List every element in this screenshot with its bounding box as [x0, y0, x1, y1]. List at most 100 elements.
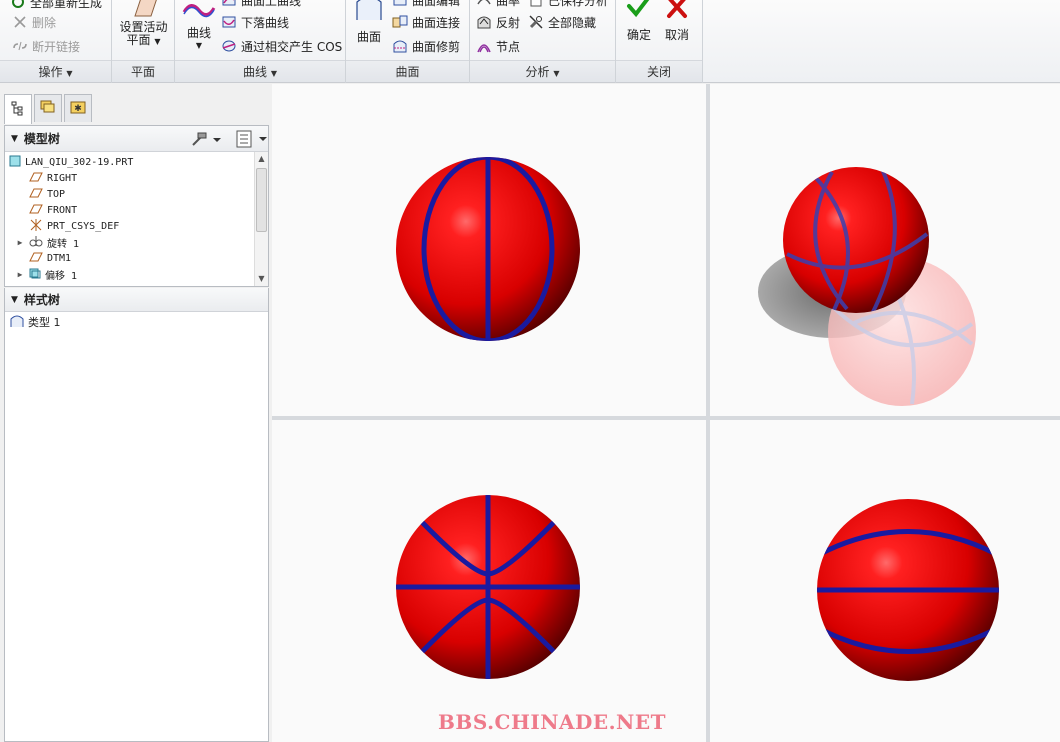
surface-button[interactable]: 曲面 — [352, 0, 386, 45]
dropdown-caret-icon: ▼ — [553, 69, 560, 78]
curvature-label: 曲率 — [496, 0, 521, 8]
cancel-label: 取消 — [664, 28, 689, 42]
style-type-icon — [9, 314, 25, 331]
surface-edit-icon — [392, 0, 408, 8]
regenerate-all-button[interactable]: 全部重新生成 — [10, 0, 102, 12]
tree-row-label: RIGHT — [47, 172, 78, 184]
tree-row-dtm1[interactable]: DTM1 — [5, 250, 254, 266]
model-tree-scrollbar[interactable]: ▲ ▼ — [254, 152, 268, 286]
basketball-front-view — [396, 157, 580, 341]
reflection-icon — [476, 14, 492, 30]
cancel-button[interactable]: 取消 — [660, 0, 694, 43]
tree-row-label: 偏移 1 — [45, 270, 78, 282]
hide-all-button[interactable]: 全部隐藏 — [528, 12, 596, 32]
node-label: 节点 — [496, 39, 521, 54]
tree-row-offset[interactable]: ▶ 偏移 1 — [5, 266, 254, 282]
drop-curve-icon — [221, 14, 237, 30]
curve-button[interactable]: 曲线 ▼ — [179, 0, 219, 50]
reflection-label: 反射 — [496, 15, 521, 30]
vertical-view-divider[interactable] — [706, 84, 710, 742]
surface-trim-icon — [392, 38, 408, 54]
expand-arrow-icon[interactable]: ▶ — [13, 270, 27, 279]
basketball-side-view — [817, 499, 999, 681]
tree-settings-icon[interactable] — [191, 131, 221, 150]
graphics-area[interactable]: BBS.CHINADE.NET — [272, 84, 1060, 742]
dropdown-caret-icon: ▼ — [66, 69, 73, 78]
svg-text:✱: ✱ — [74, 104, 82, 114]
folders-icon — [39, 99, 57, 118]
dropdown-caret-icon: ▼ — [154, 37, 161, 46]
hide-all-label: 全部隐藏 — [548, 15, 597, 30]
curvature-button[interactable]: 曲率 — [476, 0, 520, 10]
datum-plane-icon — [29, 171, 43, 186]
break-link-button[interactable]: 断开链接 — [12, 36, 80, 56]
expand-arrow-icon[interactable]: ▶ — [13, 238, 27, 247]
curves-label-text: 曲线 — [243, 65, 268, 79]
delete-label: 删除 — [32, 15, 57, 30]
tree-row-top[interactable]: TOP — [5, 186, 254, 202]
operations-group-label[interactable]: 操作 ▼ — [0, 60, 111, 82]
model-tree-header: ▼ 模型树 — [5, 126, 268, 152]
curves-group: 曲线 ▼ 曲面上曲线 下落曲线 通过相交产生 COS 曲线 ▼ — [175, 0, 346, 83]
operations-label-text: 操作 — [38, 65, 63, 79]
curve-on-surface-icon — [221, 0, 237, 8]
node-button[interactable]: 节点 — [476, 36, 520, 56]
surface-trim-button[interactable]: 曲面修剪 — [392, 36, 460, 56]
intersect-cos-label: 通过相交产生 COS — [241, 39, 343, 54]
curves-group-label[interactable]: 曲线 ▼ — [175, 60, 345, 82]
surface-trim-label: 曲面修剪 — [412, 39, 461, 54]
basketball-perspective-view — [758, 167, 976, 406]
saved-analysis-label: 已保存分析 — [548, 0, 609, 8]
curve-on-surface-button[interactable]: 曲面上曲线 — [221, 0, 301, 10]
surfaces-group: 曲面 曲面编辑 曲面连接 曲面修剪 曲面 — [346, 0, 470, 83]
surfaces-group-label: 曲面 — [346, 60, 469, 82]
tab-favorites[interactable]: ✱ — [64, 94, 92, 122]
scroll-down-arrow-icon[interactable]: ▼ — [255, 272, 268, 286]
tree-row-part[interactable]: LAN_QIU_302-19.PRT — [5, 154, 254, 170]
model-tree-list: LAN_QIU_302-19.PRT RIGHT TOP FRONT PRT_C… — [5, 154, 254, 282]
surface-connect-button[interactable]: 曲面连接 — [392, 12, 460, 32]
saved-analysis-button[interactable]: 已保存分析 — [528, 0, 608, 10]
analysis-group-label[interactable]: 分析 ▼ — [470, 60, 615, 82]
tree-row-right[interactable]: RIGHT — [5, 170, 254, 186]
surface-edit-button[interactable]: 曲面编辑 — [392, 0, 460, 10]
tree-icon — [10, 100, 26, 119]
part-icon — [9, 155, 21, 170]
analysis-group: 曲率 反射 节点 已保存分析 全部隐藏 分析 ▼ — [470, 0, 616, 83]
tree-row-csys[interactable]: PRT_CSYS_DEF — [5, 218, 254, 234]
horizontal-view-divider[interactable] — [272, 416, 1060, 420]
break-link-label: 断开链接 — [32, 39, 81, 54]
tree-row-revolve[interactable]: ▶ 旋转 1 — [5, 234, 254, 250]
delete-button[interactable]: 删除 — [12, 12, 56, 32]
tree-row-label: LAN_QIU_302-19.PRT — [25, 156, 134, 168]
intersect-cos-button[interactable]: 通过相交产生 COS — [221, 36, 342, 56]
tree-row-label: 类型 1 — [28, 316, 61, 329]
close-icon — [664, 0, 690, 20]
saved-analysis-icon — [528, 0, 544, 8]
ribbon: 全部重新生成 删除 断开链接 操作 ▼ 设置活动 平面 ▼ 平面 曲线 ▼ 曲面… — [0, 0, 1060, 83]
scroll-up-arrow-icon[interactable]: ▲ — [255, 152, 268, 166]
reflection-button[interactable]: 反射 — [476, 12, 520, 32]
tree-row-front[interactable]: FRONT — [5, 202, 254, 218]
collapse-caret-icon[interactable]: ▼ — [11, 134, 18, 144]
analysis-label-text: 分析 — [525, 65, 550, 79]
csys-icon — [29, 218, 43, 235]
basketball-top-view — [396, 495, 580, 679]
curve-icon — [182, 0, 216, 20]
regenerate-all-label: 全部重新生成 — [30, 0, 103, 10]
tree-row-label: PRT_CSYS_DEF — [47, 220, 120, 232]
ok-button[interactable]: 确定 — [622, 0, 656, 43]
style-tree-header: ▼ 样式树 — [5, 288, 268, 312]
set-active-plane-button[interactable]: 设置活动 平面 ▼ — [116, 0, 171, 48]
tree-filter-icon[interactable] — [235, 130, 269, 151]
tree-row-label: 旋转 1 — [47, 238, 80, 250]
hide-all-icon — [528, 14, 544, 30]
tree-row-style-type[interactable]: 类型 1 — [5, 314, 268, 330]
collapse-caret-icon[interactable]: ▼ — [11, 295, 18, 305]
regenerate-icon — [10, 0, 26, 10]
tab-model-tree[interactable] — [4, 94, 32, 124]
datum-plane-icon — [29, 187, 43, 202]
scroll-thumb[interactable] — [256, 168, 267, 232]
tab-folder-browser[interactable] — [34, 94, 62, 122]
drop-curve-button[interactable]: 下落曲线 — [221, 12, 289, 32]
